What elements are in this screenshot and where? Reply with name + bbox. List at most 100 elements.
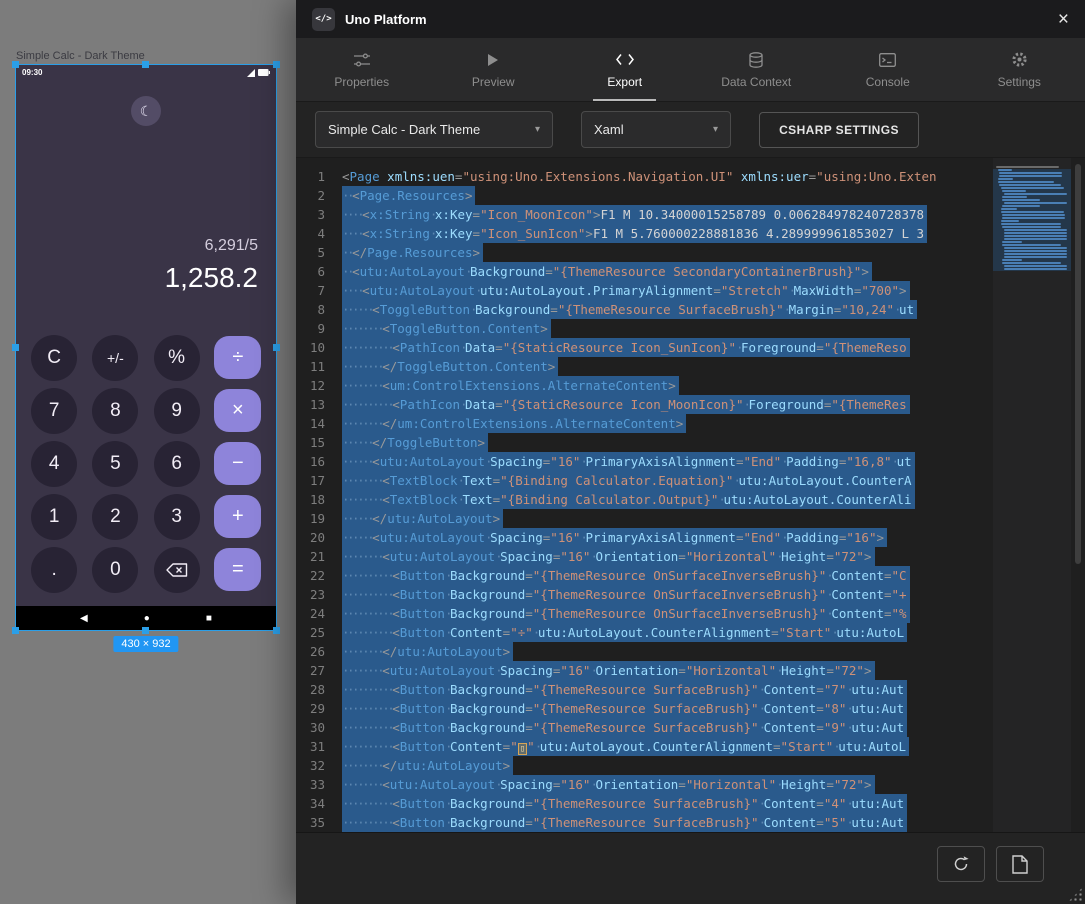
scrollbar-thumb[interactable] (1075, 164, 1081, 564)
code-line[interactable]: 12········<um:ControlExtensions.Alternat… (296, 376, 989, 395)
code-line[interactable]: 7····<utu:AutoLayout·utu:AutoLayout.Prim… (296, 281, 989, 300)
code-line[interactable]: 8······<ToggleButton·Background="{ThemeR… (296, 300, 989, 319)
csharp-settings-button[interactable]: CSHARP SETTINGS (759, 112, 919, 148)
calc-button-=[interactable]: = (214, 548, 261, 591)
calc-button-−[interactable]: − (214, 442, 261, 485)
calc-button-7[interactable]: 7 (31, 388, 77, 434)
minimap[interactable] (993, 158, 1071, 832)
code-line[interactable]: 24··········<Button·Background="{ThemeRe… (296, 604, 989, 623)
code-line[interactable]: 16······<utu:AutoLayout·Spacing="16"·Pri… (296, 452, 989, 471)
minimap-line (998, 178, 1013, 180)
code-line[interactable]: 33········<utu:AutoLayout·Spacing="16"·O… (296, 775, 989, 794)
theme-toggle-button[interactable]: ☾ (131, 96, 161, 126)
calc-button-5[interactable]: 5 (92, 441, 138, 487)
calc-button-.[interactable]: . (31, 547, 77, 593)
code-editor[interactable]: 1<Page xmlns:uen="using:Uno.Extensions.N… (296, 158, 1085, 832)
calc-button-÷[interactable]: ÷ (214, 336, 261, 379)
code-line[interactable]: 20······<utu:AutoLayout·Spacing="16"·Pri… (296, 528, 989, 547)
code-line[interactable]: 3····<x:String·x:Key="Icon_MoonIcon">F1 … (296, 205, 989, 224)
selection-handle[interactable] (12, 627, 19, 634)
code-line[interactable]: 23··········<Button·Background="{ThemeRe… (296, 585, 989, 604)
selection-handle[interactable] (142, 61, 149, 68)
code-line-text: ··········<Button·Background="{ThemeReso… (342, 585, 910, 604)
refresh-button[interactable] (937, 846, 985, 882)
calc-button-3[interactable]: 3 (154, 494, 200, 540)
calc-button-1[interactable]: 1 (31, 494, 77, 540)
export-file-button[interactable] (996, 846, 1044, 882)
calc-button-+[interactable]: + (214, 495, 261, 538)
design-canvas: Simple Calc - Dark Theme 09:30 ☾ 6,291/5… (0, 0, 296, 904)
selection-handle[interactable] (12, 344, 19, 351)
code-line[interactable]: 2··<Page.Resources> (296, 186, 989, 205)
tab-properties[interactable]: Properties (296, 38, 428, 101)
minimap-line (1004, 193, 1067, 195)
code-line[interactable]: 21········<utu:AutoLayout·Spacing="16"·O… (296, 547, 989, 566)
layout-select[interactable]: Simple Calc - Dark Theme ▾ (315, 111, 553, 148)
code-line[interactable]: 22··········<Button·Background="{ThemeRe… (296, 566, 989, 585)
code-line[interactable]: 26········</utu:AutoLayout> (296, 642, 989, 661)
close-icon[interactable]: × (1058, 10, 1069, 29)
code-line[interactable]: 10··········<PathIcon·Data="{StaticResou… (296, 338, 989, 357)
calc-button-6[interactable]: 6 (154, 441, 200, 487)
selection-handle[interactable] (273, 627, 280, 634)
code-line[interactable]: 17········<TextBlock·Text="{Binding Calc… (296, 471, 989, 490)
code-line[interactable]: 27········<utu:AutoLayout·Spacing="16"·O… (296, 661, 989, 680)
code-line[interactable]: 30··········<Button·Background="{ThemeRe… (296, 718, 989, 737)
tab-data-context[interactable]: Data Context (691, 38, 823, 101)
code-line[interactable]: 25··········<Button·Content="÷"·utu:Auto… (296, 623, 989, 642)
calc-button-%[interactable]: % (154, 335, 200, 381)
tab-export[interactable]: Export (559, 38, 691, 101)
format-select[interactable]: Xaml ▾ (581, 111, 731, 148)
calc-button-2[interactable]: 2 (92, 494, 138, 540)
selection-handle[interactable] (273, 344, 280, 351)
code-line[interactable]: 11········</ToggleButton.Content> (296, 357, 989, 376)
selection-handle[interactable] (12, 61, 19, 68)
code-line[interactable]: 19······</utu:AutoLayout> (296, 509, 989, 528)
line-number: 13 (296, 395, 342, 414)
tab-console[interactable]: Console (822, 38, 954, 101)
code-line[interactable]: 6··<utu:AutoLayout·Background="{ThemeRes… (296, 262, 989, 281)
calc-button-backspace[interactable] (154, 547, 200, 593)
selection-handle[interactable] (142, 627, 149, 634)
code-line-text: ··········<PathIcon·Data="{StaticResourc… (342, 395, 910, 414)
resize-grip-icon[interactable] (1068, 887, 1083, 902)
code-line[interactable]: 18········<TextBlock·Text="{Binding Calc… (296, 490, 989, 509)
calc-button-8[interactable]: 8 (92, 388, 138, 434)
code-line[interactable]: 9········<ToggleButton.Content> (296, 319, 989, 338)
code-line[interactable]: 31··········<Button·Content="▯"·utu:Auto… (296, 737, 989, 756)
code-line[interactable]: 35··········<Button·Background="{ThemeRe… (296, 813, 989, 832)
line-number: 24 (296, 604, 342, 623)
code-line[interactable]: 28··········<Button·Background="{ThemeRe… (296, 680, 989, 699)
chevron-down-icon: ▾ (713, 124, 718, 135)
calc-button-4[interactable]: 4 (31, 441, 77, 487)
code-line[interactable]: 15······</ToggleButton> (296, 433, 989, 452)
minimap-line (1002, 226, 1061, 228)
code-line[interactable]: 34··········<Button·Background="{ThemeRe… (296, 794, 989, 813)
phone-artboard[interactable]: 09:30 ☾ 6,291/5 1,258.2 C+/-%÷789×456−12… (16, 65, 276, 630)
code-line-text: ····<x:String·x:Key="Icon_SunIcon">F1 M … (342, 224, 927, 243)
code-line[interactable]: 5··</Page.Resources> (296, 243, 989, 262)
code-line[interactable]: 29··········<Button·Background="{ThemeRe… (296, 699, 989, 718)
calc-button-9[interactable]: 9 (154, 388, 200, 434)
database-icon (749, 51, 763, 69)
code-line[interactable]: 1<Page xmlns:uen="using:Uno.Extensions.N… (296, 167, 989, 186)
code-line-text: ········</utu:AutoLayout> (342, 756, 513, 775)
code-line[interactable]: 4····<x:String·x:Key="Icon_SunIcon">F1 M… (296, 224, 989, 243)
tab-settings[interactable]: Settings (954, 38, 1085, 101)
result-text: 1,258.2 (165, 262, 258, 294)
minimap-line (1001, 223, 1061, 225)
minimap-line (1001, 208, 1018, 210)
calc-button-0[interactable]: 0 (92, 547, 138, 593)
editor-scrollbar[interactable] (1071, 158, 1085, 832)
code-line[interactable]: 13··········<PathIcon·Data="{StaticResou… (296, 395, 989, 414)
code-line[interactable]: 32········</utu:AutoLayout> (296, 756, 989, 775)
line-number: 18 (296, 490, 342, 509)
calc-button-×[interactable]: × (214, 389, 261, 432)
tab-preview[interactable]: Preview (428, 38, 560, 101)
selection-handle[interactable] (273, 61, 280, 68)
calc-button-C[interactable]: C (31, 335, 77, 381)
tab-label: Console (866, 75, 910, 89)
calc-button-+/-[interactable]: +/- (92, 335, 138, 381)
code-lines[interactable]: 1<Page xmlns:uen="using:Uno.Extensions.N… (296, 158, 989, 832)
code-line[interactable]: 14········</um:ControlExtensions.Alterna… (296, 414, 989, 433)
